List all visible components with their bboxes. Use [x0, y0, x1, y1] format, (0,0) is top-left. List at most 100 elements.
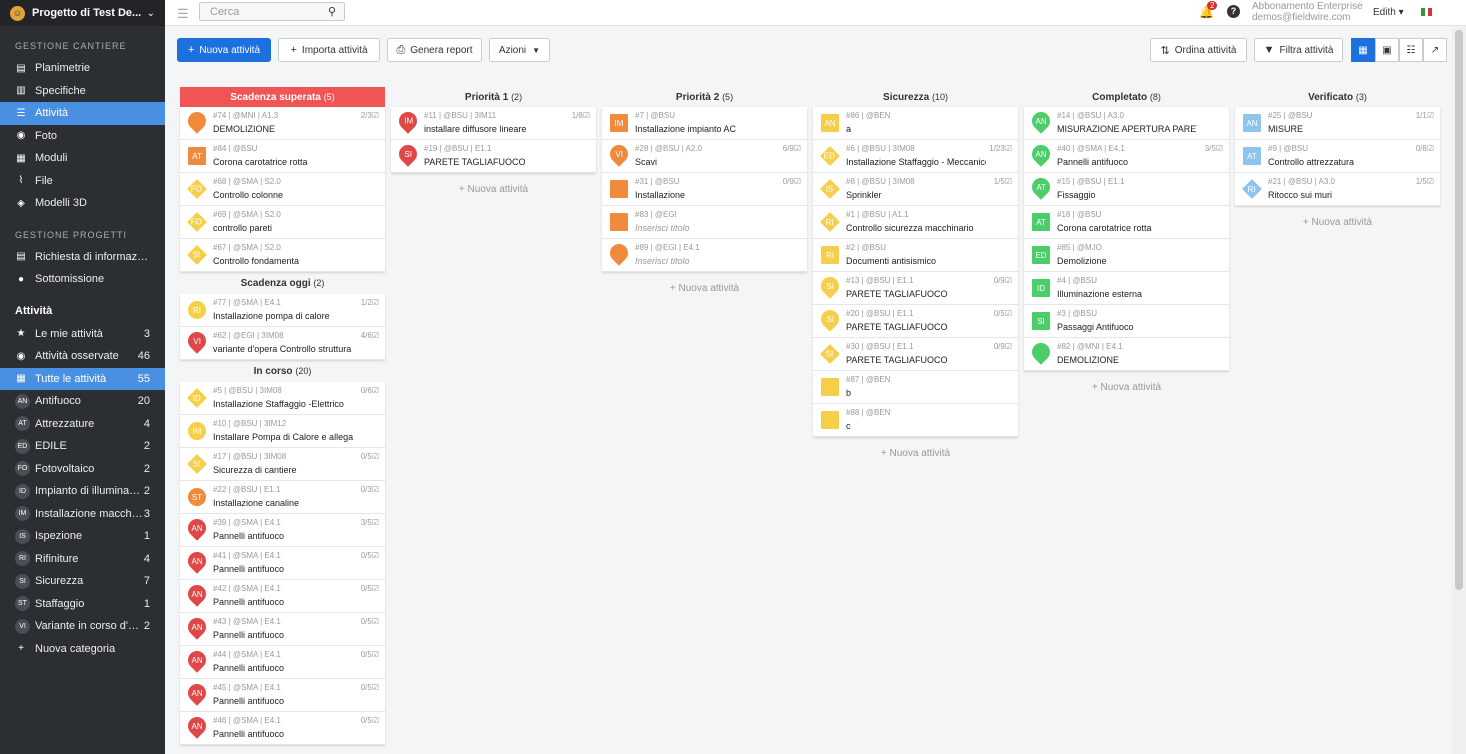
task-card[interactable]: IS #8 | @BSU | 3IM08 Sprinkler 1/5☑	[813, 173, 1018, 206]
task-card[interactable]: AN #42 | @SMA | E4.1 Pannelli antifuoco 0/5…	[180, 580, 385, 613]
task-card[interactable]: IM #10 | @BSU | 3IM12 Installare Pompa di …	[180, 415, 385, 448]
project-selector[interactable]: ☺ Progetto di Test De... ⌄	[0, 0, 165, 26]
task-card[interactable]: RI #21 | @BSU | A3.0 Ritocco sui muri 1/5☑	[1235, 173, 1440, 206]
italy-flag-icon[interactable]	[1421, 8, 1433, 16]
gantt-view-icon[interactable]: ☷	[1399, 38, 1423, 62]
filter-label: Filtra attività	[1279, 44, 1334, 56]
task-filter-variante-in-corso-d-op-[interactable]: VI Variante in corso d'op... 2	[0, 615, 165, 638]
task-card[interactable]: AN #44 | @SMA | E4.1 Pannelli antifuoco 0/5…	[180, 646, 385, 679]
new-task-link[interactable]: + Nuova attività	[813, 443, 1018, 465]
task-card[interactable]: ED #85 | @MJO Demolizione	[1024, 239, 1229, 272]
task-card[interactable]: IM #11 | @BSU | 3IM11 installare diffusore…	[391, 107, 596, 140]
task-card[interactable]: #83 | @EGI Inserisci titolo	[602, 206, 807, 239]
task-card[interactable]: RI #1 | @BSU | A1.1 Controllo sicurezza ma…	[813, 206, 1018, 239]
sidebar-item-specifiche[interactable]: ▥ Specifiche	[0, 80, 165, 103]
task-card[interactable]: SI #67 | @SMA | S2.0 Controllo fondamenta	[180, 239, 385, 272]
task-filter-attivit-osservate[interactable]: ◉ Attività osservate 46	[0, 345, 165, 368]
menu-icon[interactable]: ☰	[177, 6, 189, 22]
task-card[interactable]: AN #25 | @BSU MISURE 1/1☑	[1235, 107, 1440, 140]
actions-dropdown[interactable]: Azioni ▼	[489, 38, 550, 62]
task-card[interactable]: SI #20 | @BSU | E1.1 PARETE TAGLIAFUOCO 0/5…	[813, 305, 1018, 338]
task-card[interactable]: AN #46 | @SMA | E4.1 Pannelli antifuoco 0/5…	[180, 712, 385, 745]
chart-view-icon[interactable]: ↗	[1423, 38, 1447, 62]
task-card[interactable]: ID #5 | @BSU | 3IM08 Installazione Staffag…	[180, 382, 385, 415]
task-filter-tutte-le-attivit-[interactable]: ▦ Tutte le attività 55	[0, 367, 165, 390]
new-task-link[interactable]: + Nuova attività	[602, 278, 807, 300]
task-card[interactable]: AT #84 | @BSU Corona carotatrice rotta	[180, 140, 385, 173]
task-card[interactable]: #87 | @BEN b	[813, 371, 1018, 404]
task-card[interactable]: VI #28 | @BSU | A2.0 Scavi 6/9☑	[602, 140, 807, 173]
calendar-view-icon[interactable]: ▣	[1375, 38, 1399, 62]
search-icon[interactable]: ⚲	[328, 5, 336, 18]
sidebar-item-richiesta-di-informazioni[interactable]: ▤ Richiesta di informazioni	[0, 246, 165, 269]
sidebar-item-attivit-[interactable]: ☰ Attività	[0, 102, 165, 125]
board-view-icon[interactable]: ▦	[1351, 38, 1375, 62]
task-filter-le-mie-attivit-[interactable]: ★ Le mie attività 3	[0, 323, 165, 346]
task-filter-sicurezza[interactable]: SI Sicurezza 7	[0, 570, 165, 593]
help-icon[interactable]: ?	[1227, 5, 1240, 18]
task-filter-rifiniture[interactable]: RI Rifiniture 4	[0, 548, 165, 571]
task-meta: #28 | @BSU | A2.0	[635, 144, 702, 153]
task-card[interactable]: #89 | @EGI | E4.1 Inserisci titolo	[602, 239, 807, 272]
new-task-link[interactable]: + Nuova attività	[391, 179, 596, 201]
task-card[interactable]: AN #86 | @BEN a	[813, 107, 1018, 140]
task-card[interactable]: ST #22 | @BSU | E1.1 Installazione canalin…	[180, 481, 385, 514]
sidebar-item-file[interactable]: ⌇ File	[0, 170, 165, 193]
task-filter-ispezione[interactable]: IS Ispezione 1	[0, 525, 165, 548]
task-card[interactable]: SI #19 | @BSU | E1.1 PARETE TAGLIAFUOCO	[391, 140, 596, 173]
task-card[interactable]: FO #68 | @SMA | S2.0 Controllo colonne	[180, 173, 385, 206]
task-filter-staffaggio[interactable]: ST Staffaggio 1	[0, 593, 165, 616]
task-card[interactable]: SI #13 | @BSU | E1.1 PARETE TAGLIAFUOCO 0/9…	[813, 272, 1018, 305]
task-card[interactable]: SI #3 | @BSU Passaggi Antifuoco	[1024, 305, 1229, 338]
task-card[interactable]: ID #4 | @BSU Illuminazione esterna	[1024, 272, 1229, 305]
search-input[interactable]: Cerca ⚲	[199, 2, 345, 21]
task-filter-edile[interactable]: ED EDILE 2	[0, 435, 165, 458]
sidebar-item-moduli[interactable]: ▦ Moduli	[0, 147, 165, 170]
task-card[interactable]: #88 | @BEN c	[813, 404, 1018, 437]
task-card[interactable]: AN #43 | @SMA | E4.1 Pannelli antifuoco 0/5…	[180, 613, 385, 646]
new-task-button[interactable]: + Nuova attività	[177, 38, 271, 62]
task-card[interactable]: VI #62 | @EGI | 3IM08 variante d'opera Con…	[180, 327, 385, 360]
task-card[interactable]: AT #18 | @BSU Corona carotatrice rotta	[1024, 206, 1229, 239]
task-card[interactable]: AT #9 | @BSU Controllo attrezzatura 0/8☑	[1235, 140, 1440, 173]
task-card[interactable]: #74 | @MNI | A1.3 DEMOLIZIONE 2/3☑	[180, 107, 385, 140]
sidebar-item-modelli-3d[interactable]: ◈ Modelli 3D	[0, 192, 165, 215]
scrollbar-thumb[interactable]	[1455, 30, 1463, 590]
sidebar-item-foto[interactable]: ◉ Foto	[0, 125, 165, 148]
task-card[interactable]: #82 | @MNI | E4.1 DEMOLIZIONE	[1024, 338, 1229, 371]
new-task-link[interactable]: + Nuova attività	[1235, 212, 1440, 234]
new-task-link[interactable]: + Nuova attività	[1024, 377, 1229, 399]
import-tasks-button[interactable]: + Importa attività	[278, 38, 380, 62]
task-filter-nuova-categoria[interactable]: + Nuova categoria	[0, 638, 165, 661]
task-card[interactable]: SI #17 | @BSU | 3IM08 Sicurezza di cantier…	[180, 448, 385, 481]
task-filter-impianto-di-illuminazi-[interactable]: ID Impianto di illuminazi... 2	[0, 480, 165, 503]
filter-tasks-button[interactable]: ▼ Filtra attività	[1254, 38, 1343, 62]
task-filter-installazione-macchin-[interactable]: IM Installazione macchin... 3	[0, 503, 165, 526]
task-card[interactable]: SI #30 | @BSU | E1.1 PARETE TAGLIAFUOCO 0/9…	[813, 338, 1018, 371]
task-card[interactable]: FO #69 | @SMA | S2.0 controllo pareti	[180, 206, 385, 239]
task-card[interactable]: AN #14 | @BSU | A3.0 MISURAZIONE APERTURA …	[1024, 107, 1229, 140]
generate-report-button[interactable]: ⎙ Genera report	[387, 38, 482, 62]
sidebar-item-sottomissione[interactable]: ● Sottomissione	[0, 268, 165, 291]
task-card[interactable]: ED #6 | @BSU | 3IM08 Installazione Staffag…	[813, 140, 1018, 173]
account-info[interactable]: Abbonamento Enterprise demos@fieldwire.c…	[1252, 1, 1363, 23]
task-card[interactable]: #31 | @BSU Installazione 0/9☑	[602, 173, 807, 206]
sort-tasks-button[interactable]: ⇅ Ordina attività	[1150, 38, 1247, 62]
task-card[interactable]: RI #2 | @BSU Documenti antisismico	[813, 239, 1018, 272]
task-filter-antifuoco[interactable]: AN Antifuoco 20	[0, 390, 165, 413]
task-card[interactable]: AN #40 | @SMA | E4.1 Pannelli antifuoco 3/5…	[1024, 140, 1229, 173]
task-filter-attrezzature[interactable]: AT Attrezzature 4	[0, 413, 165, 436]
task-card[interactable]: AN #45 | @SMA | E4.1 Pannelli antifuoco 0/5…	[180, 679, 385, 712]
task-card[interactable]: RI #77 | @SMA | E4.1 Installazione pompa d…	[180, 294, 385, 327]
category-badge: IS	[15, 528, 30, 544]
sidebar-item-planimetrie[interactable]: ▤ Planimetrie	[0, 57, 165, 80]
task-card[interactable]: AT #15 | @BSU | E1.1 Fissaggio	[1024, 173, 1229, 206]
task-card[interactable]: AN #39 | @SMA | E4.1 Pannelli antifuoco 3/5…	[180, 514, 385, 547]
task-card[interactable]: IM #7 | @BSU Installazione impianto AC	[602, 107, 807, 140]
task-card[interactable]: AN #41 | @SMA | E4.1 Pannelli antifuoco 0/5…	[180, 547, 385, 580]
task-title: MISURAZIONE APERTURA PARETE	[1057, 124, 1197, 134]
task-filter-fotovoltaico[interactable]: FO Fotovoltaico 2	[0, 458, 165, 481]
user-menu[interactable]: Edith ▾	[1373, 7, 1404, 18]
notification-bell-icon[interactable]: 🔔 2	[1199, 1, 1218, 19]
scrollbar[interactable]	[1452, 26, 1466, 754]
